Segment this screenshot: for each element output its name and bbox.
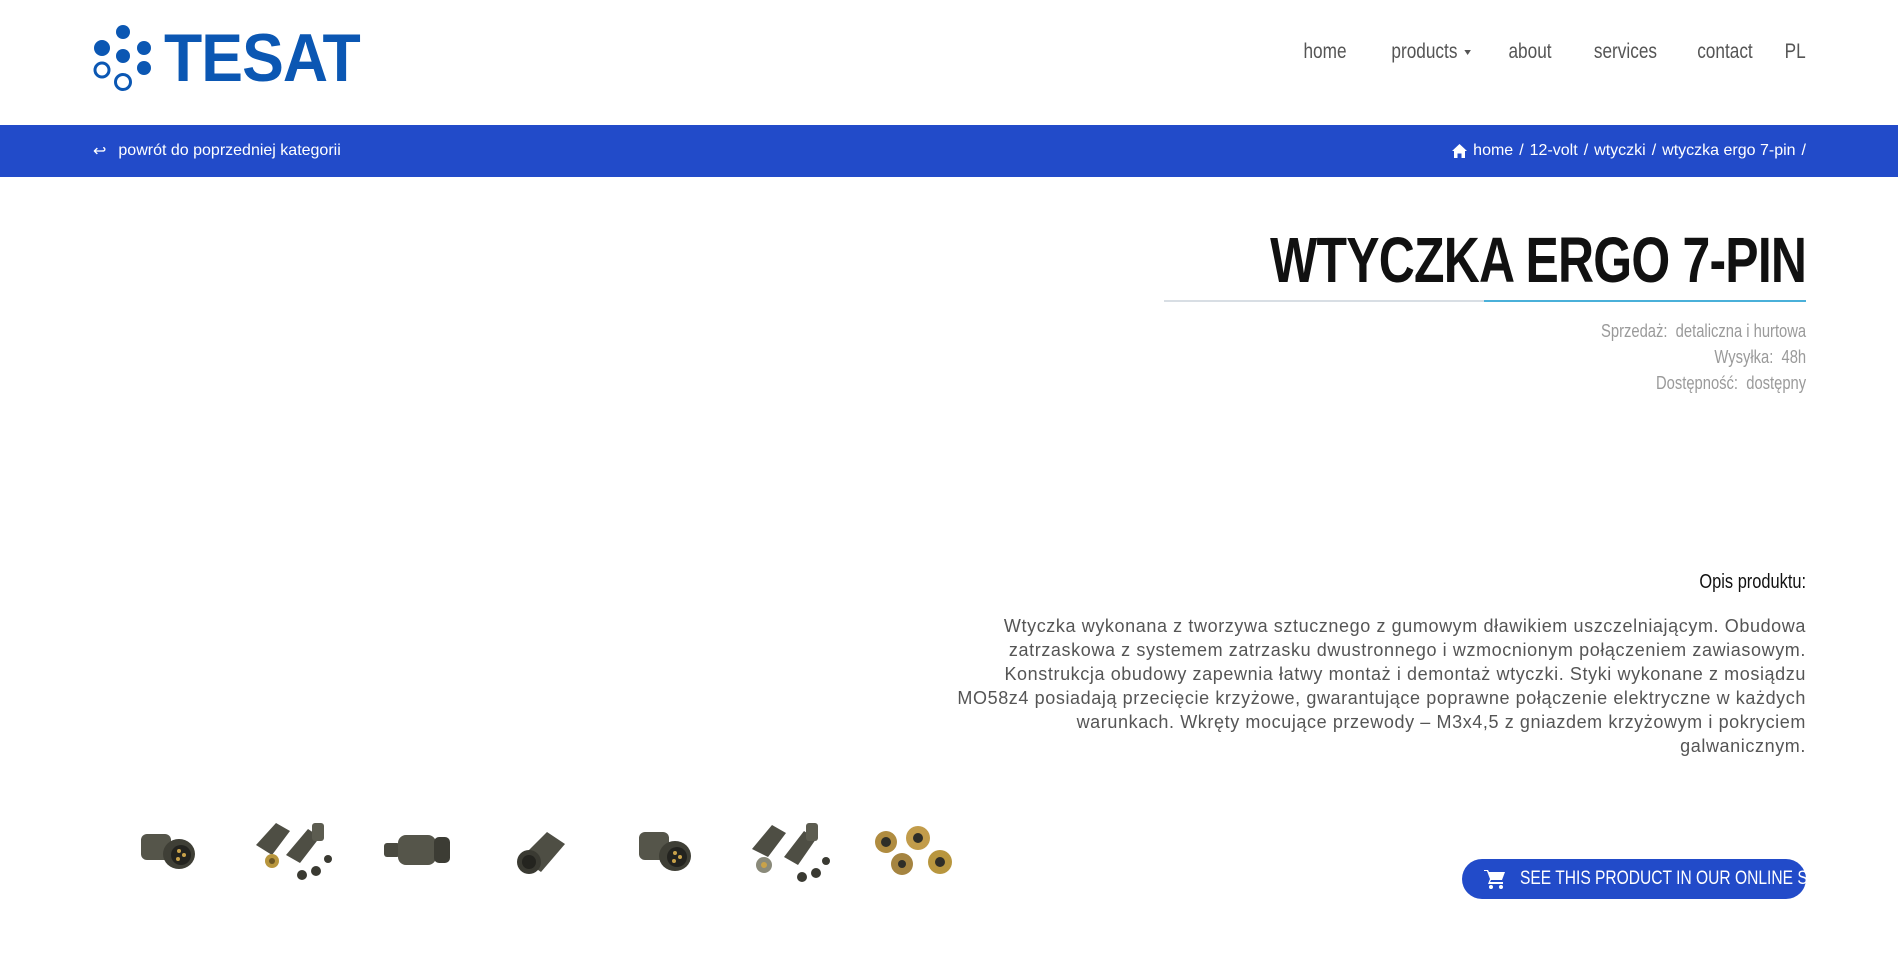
meta-sales: Sprzedaż: detaliczna i hurtowa	[1601, 318, 1806, 344]
description-heading: Opis produktu:	[1699, 571, 1806, 593]
product-title: WTYCZKA ERGO 7-PIN	[1269, 224, 1807, 296]
nav-home[interactable]: home	[1303, 40, 1346, 64]
nav-home-label: home	[1303, 40, 1347, 63]
online-shop-button[interactable]: SEE THIS PRODUCT IN OUR ONLINE SHOP	[1462, 859, 1842, 899]
thumbnail-plug-angled[interactable]	[480, 810, 604, 890]
breadcrumb-separator: /	[1519, 142, 1524, 159]
breadcrumb-home[interactable]: home	[1473, 142, 1513, 160]
breadcrumb-separator: /	[1583, 142, 1589, 159]
nav-contact[interactable]: contact	[1697, 40, 1753, 64]
contact-pins-icon	[875, 826, 952, 875]
meta-availability: Dostępność: dostępny	[1601, 370, 1806, 396]
site-header: TESAT home products about services conta…	[0, 0, 1898, 125]
meta-availability-label: Dostępność:	[1655, 373, 1738, 393]
meta-shipping-value: 48h	[1781, 347, 1806, 367]
thumbnail-plug-parts[interactable]	[728, 810, 852, 890]
breadcrumb-12-volt[interactable]: 12-volt	[1530, 142, 1578, 160]
shop-button-label: SEE THIS PRODUCT IN OUR ONLINE SHOP	[1520, 868, 1842, 889]
meta-shipping: Wysyłka: 48h	[1601, 344, 1806, 370]
breadcrumb-wtyczki[interactable]: wtyczki	[1594, 142, 1646, 160]
thumbnail-contact-pins[interactable]	[852, 810, 976, 890]
back-link-label: powrót do poprzedniej kategorii	[118, 142, 341, 159]
plug-front-icon	[141, 834, 195, 869]
logo-wordmark: TESAT	[164, 20, 361, 96]
plug-side-icon	[384, 835, 450, 865]
main-nav: home products about services contact PL	[1266, 40, 1806, 64]
caret-down-icon	[1464, 49, 1471, 55]
back-to-category-link[interactable]: ↩ powrót do poprzedniej kategorii	[93, 125, 341, 177]
logo-circles-icon	[93, 25, 151, 91]
thumbnail-plug-disassembled[interactable]	[232, 810, 356, 890]
thumbnail-plug-front[interactable]	[108, 810, 232, 890]
plug-angled-icon	[517, 832, 565, 874]
nav-about-label: about	[1508, 40, 1552, 63]
nav-products[interactable]: products	[1392, 40, 1471, 64]
breadcrumb-separator: /	[1801, 142, 1806, 159]
meta-shipping-label: Wysyłka:	[1714, 347, 1774, 367]
nav-products-label: products	[1391, 40, 1458, 63]
return-arrow-icon: ↩	[93, 143, 107, 160]
cart-icon	[1484, 869, 1506, 889]
nav-language[interactable]: PL	[1785, 40, 1806, 64]
product-description: Wtyczka wykonana z tworzywa sztucznego z…	[957, 616, 1806, 756]
title-divider-accent	[1484, 300, 1806, 302]
plug-front-icon	[639, 832, 691, 871]
meta-sales-label: Sprzedaż:	[1600, 321, 1668, 341]
plug-disassembled-icon	[256, 823, 332, 880]
breadcrumb-current[interactable]: wtyczka ergo 7-pin	[1662, 142, 1795, 160]
nav-about[interactable]: about	[1508, 40, 1551, 64]
nav-services[interactable]: services	[1593, 40, 1656, 64]
product-meta: Sprzedaż: detaliczna i hurtowa Wysyłka: 48…	[1556, 318, 1806, 396]
plug-parts-icon	[752, 823, 830, 882]
nav-services-label: services	[1593, 40, 1657, 63]
nav-contact-label: contact	[1696, 40, 1753, 63]
tesat-logo[interactable]: TESAT	[92, 24, 377, 92]
thumbnail-plug-side[interactable]	[356, 810, 480, 890]
meta-sales-value: detaliczna i hurtowa	[1675, 321, 1806, 341]
thumbnail-gallery	[108, 810, 976, 890]
category-bar: ↩ powrót do poprzedniej kategorii home /…	[0, 125, 1898, 177]
home-icon	[1452, 144, 1468, 158]
nav-language-label: PL	[1784, 40, 1806, 63]
breadcrumb: home / 12-volt / wtyczki / wtyczka ergo …	[1452, 125, 1806, 177]
thumbnail-plug-front-2[interactable]	[604, 810, 728, 890]
meta-availability-value: dostępny	[1746, 373, 1806, 393]
breadcrumb-separator: /	[1651, 142, 1657, 159]
